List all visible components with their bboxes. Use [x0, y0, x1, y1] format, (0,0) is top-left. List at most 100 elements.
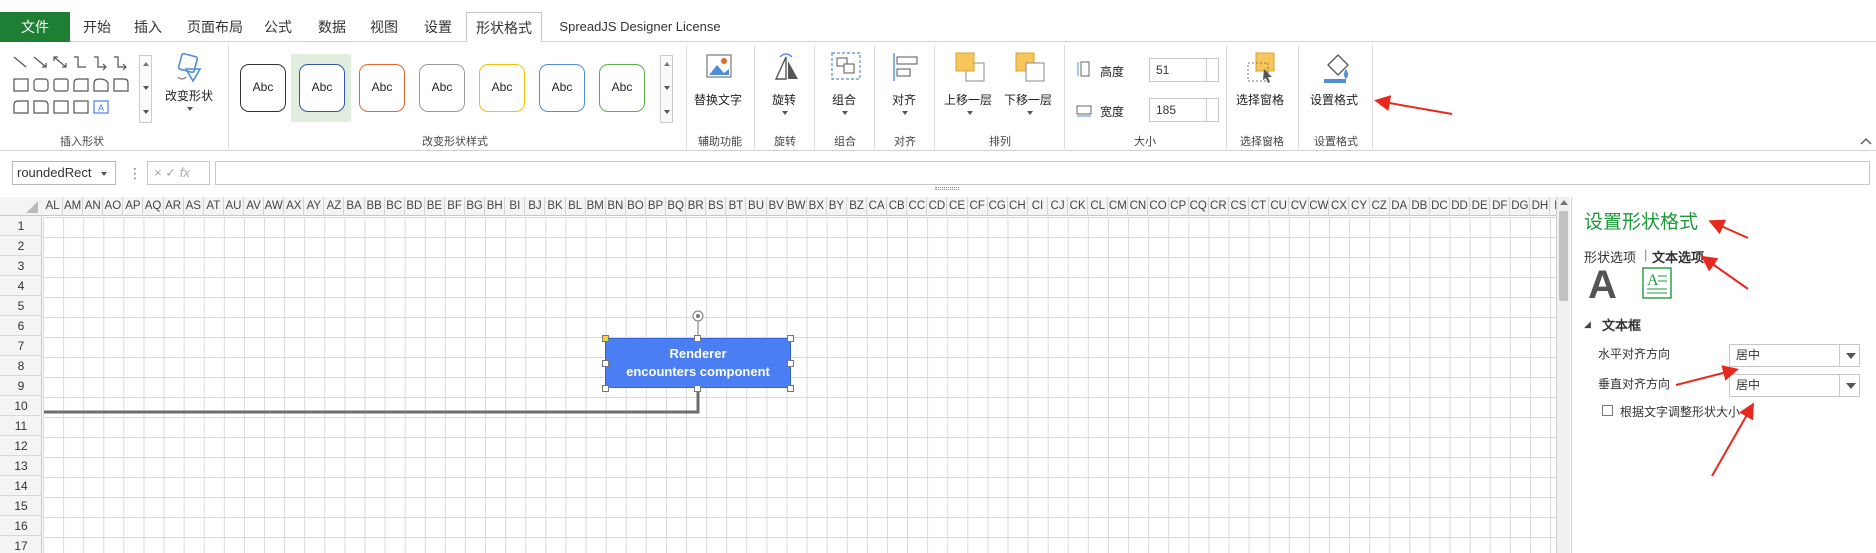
- tab-text-options[interactable]: 文本选项: [1652, 247, 1704, 266]
- tab-data[interactable]: 数据: [312, 12, 352, 42]
- column-header[interactable]: BG: [465, 197, 486, 216]
- autofit-checkbox[interactable]: [1602, 405, 1613, 416]
- change-shape-button[interactable]: 改变形状: [160, 49, 220, 127]
- column-header[interactable]: CI: [1028, 197, 1048, 216]
- column-header[interactable]: AW: [264, 197, 285, 216]
- tab-insert[interactable]: 插入: [128, 12, 168, 42]
- column-header[interactable]: BE: [425, 197, 445, 216]
- row-header[interactable]: 2: [0, 236, 42, 256]
- more-icon[interactable]: ⋮: [128, 165, 142, 182]
- column-header[interactable]: BU: [747, 197, 767, 216]
- column-header[interactable]: AV: [244, 197, 265, 216]
- column-header[interactable]: BB: [365, 197, 385, 216]
- row-header[interactable]: 16: [0, 516, 42, 536]
- column-header[interactable]: AX: [284, 197, 305, 216]
- row-header[interactable]: 13: [0, 456, 42, 476]
- column-header[interactable]: CB: [887, 197, 908, 216]
- column-header[interactable]: AP: [123, 197, 144, 216]
- tab-formulas[interactable]: 公式: [258, 12, 298, 42]
- tab-settings[interactable]: 设置: [418, 12, 458, 42]
- column-header[interactable]: CK: [1068, 197, 1089, 216]
- tab-view[interactable]: 视图: [364, 12, 404, 42]
- row-header[interactable]: 14: [0, 476, 42, 496]
- column-header[interactable]: BR: [686, 197, 707, 216]
- column-header[interactable]: AT: [204, 197, 224, 216]
- column-header[interactable]: CG: [988, 197, 1008, 216]
- height-down-button[interactable]: [1206, 70, 1218, 81]
- column-header[interactable]: CJ: [1048, 197, 1069, 216]
- height-input[interactable]: 51: [1149, 58, 1219, 82]
- column-header[interactable]: CT: [1249, 197, 1270, 216]
- collapse-ribbon-icon[interactable]: [1860, 137, 1872, 145]
- column-header[interactable]: AL: [43, 197, 64, 216]
- column-header[interactable]: BN: [606, 197, 626, 216]
- column-header[interactable]: AR: [164, 197, 184, 216]
- column-header[interactable]: DH: [1530, 197, 1551, 216]
- column-header[interactable]: CA: [867, 197, 888, 216]
- shape-style-5[interactable]: Abc: [479, 64, 525, 112]
- h-align-select[interactable]: 居中: [1729, 344, 1860, 367]
- tab-home[interactable]: 开始: [78, 12, 116, 42]
- row-header[interactable]: 4: [0, 276, 42, 296]
- column-header[interactable]: DE: [1470, 197, 1491, 216]
- column-header[interactable]: CM: [1108, 197, 1129, 216]
- column-header[interactable]: BW: [787, 197, 807, 216]
- fx-buttons[interactable]: × ✓ fx: [147, 161, 210, 185]
- style-gallery-scroll[interactable]: [660, 55, 673, 123]
- column-header[interactable]: DF: [1490, 197, 1511, 216]
- column-header[interactable]: BJ: [525, 197, 546, 216]
- column-header[interactable]: DC: [1430, 197, 1450, 216]
- column-header[interactable]: CO: [1149, 197, 1169, 216]
- align-button[interactable]: 对齐: [880, 49, 930, 129]
- height-up-button[interactable]: [1206, 59, 1218, 70]
- column-header[interactable]: BX: [807, 197, 827, 216]
- column-header[interactable]: BO: [626, 197, 646, 216]
- column-header[interactable]: AQ: [144, 197, 164, 216]
- column-header[interactable]: BC: [385, 197, 405, 216]
- column-header[interactable]: BT: [726, 197, 747, 216]
- scrollbar-thumb[interactable]: [1559, 211, 1568, 301]
- column-header[interactable]: BH: [485, 197, 506, 216]
- column-header[interactable]: CW: [1309, 197, 1330, 216]
- row-header[interactable]: 15: [0, 496, 42, 516]
- row-header[interactable]: 7: [0, 336, 42, 356]
- adjust-handle[interactable]: [602, 335, 609, 342]
- splitter-handle[interactable]: [935, 187, 959, 190]
- rotate-handle-icon[interactable]: [690, 309, 706, 337]
- shape-gallery-scroll[interactable]: [139, 55, 152, 123]
- bring-forward-button[interactable]: 上移一层: [940, 49, 1000, 129]
- row-header[interactable]: 8: [0, 356, 42, 376]
- column-header[interactable]: CP: [1169, 197, 1189, 216]
- tab-page-layout[interactable]: 页面布局: [182, 12, 248, 42]
- column-header[interactable]: BM: [586, 197, 606, 216]
- column-header[interactable]: BS: [706, 197, 727, 216]
- row-header[interactable]: 3: [0, 256, 42, 276]
- column-header[interactable]: AZ: [324, 197, 345, 216]
- textbox-icon[interactable]: A: [1642, 267, 1672, 299]
- column-header[interactable]: BK: [546, 197, 566, 216]
- send-backward-button[interactable]: 下移一层: [1000, 49, 1060, 129]
- row-header[interactable]: 6: [0, 316, 42, 336]
- column-header[interactable]: DD: [1450, 197, 1471, 216]
- column-header[interactable]: CF: [968, 197, 988, 216]
- shape-style-1[interactable]: Abc: [240, 64, 286, 112]
- width-down-button[interactable]: [1206, 110, 1218, 121]
- column-header[interactable]: DB: [1410, 197, 1430, 216]
- alt-text-button[interactable]: 替换文字: [692, 49, 748, 129]
- resize-handle-top-right[interactable]: [787, 335, 794, 342]
- column-header[interactable]: CY: [1350, 197, 1370, 216]
- shape-style-4[interactable]: Abc: [419, 64, 465, 112]
- column-header[interactable]: BV: [767, 197, 787, 216]
- row-header[interactable]: 1: [0, 216, 42, 236]
- insert-shapes-gallery[interactable]: A: [12, 53, 142, 127]
- resize-handle-bottom-left[interactable]: [602, 385, 609, 392]
- column-header[interactable]: AM: [63, 197, 84, 216]
- resize-handle-left[interactable]: [602, 360, 609, 367]
- row-header[interactable]: 5: [0, 296, 42, 316]
- v-align-dropdown[interactable]: [1839, 375, 1859, 396]
- column-header[interactable]: CU: [1269, 197, 1290, 216]
- formula-input[interactable]: [215, 161, 1870, 185]
- resize-handle-bottom[interactable]: [694, 385, 701, 392]
- tab-file[interactable]: 文件: [0, 12, 70, 42]
- name-box[interactable]: roundedRect: [12, 161, 116, 185]
